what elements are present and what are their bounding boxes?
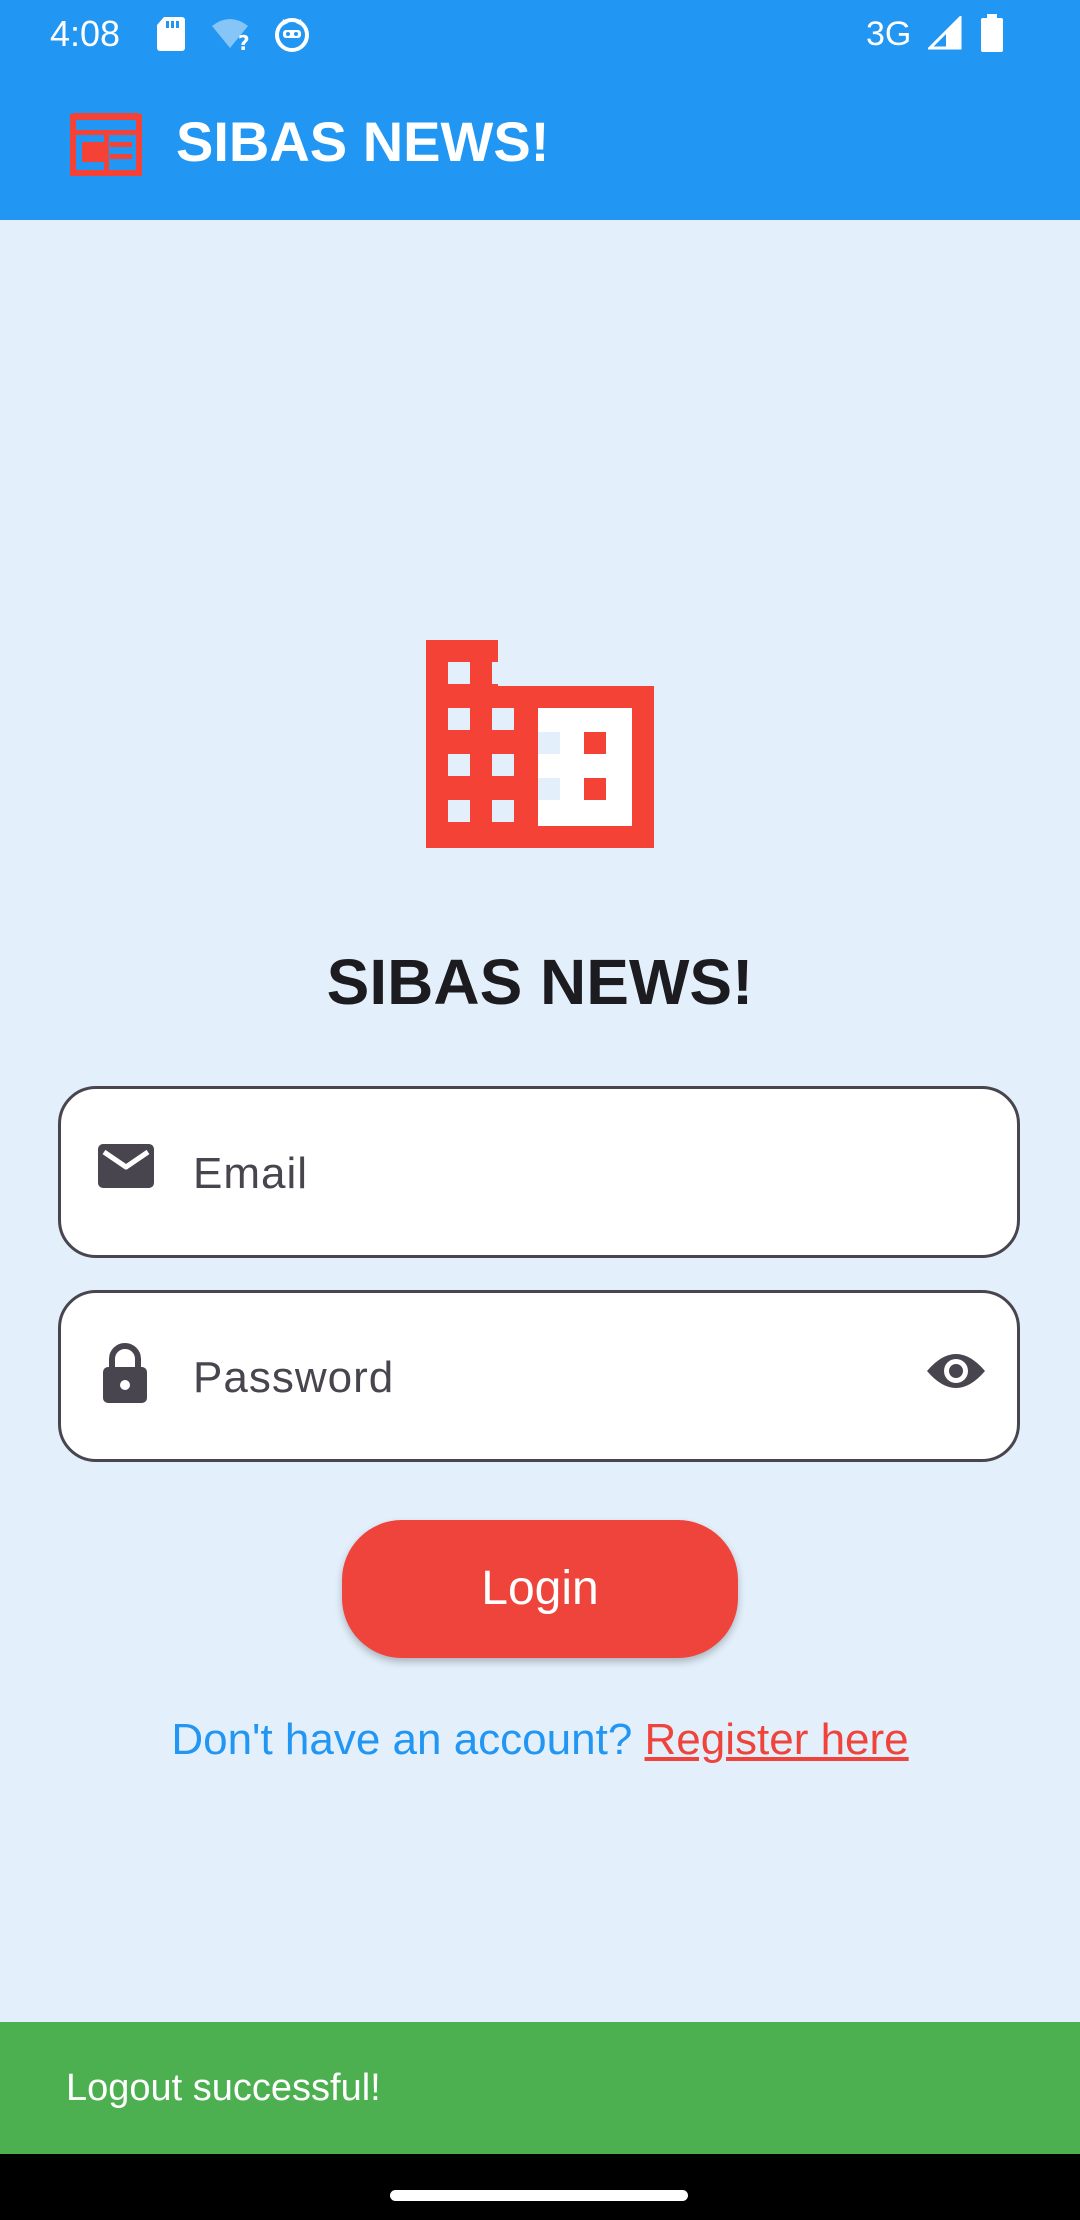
- mail-icon: [98, 1144, 154, 1188]
- sd-card-icon: [157, 17, 185, 51]
- android-cat-icon: [275, 18, 309, 52]
- status-bar: 4:08 ? 3G: [0, 0, 1080, 68]
- snackbar-message: Logout successful!: [66, 2067, 381, 2109]
- building-icon: [426, 640, 654, 848]
- lock-icon: [103, 1343, 147, 1403]
- status-time: 4:08: [50, 13, 121, 54]
- register-line: Don't have an account? Register here: [0, 1712, 1080, 1768]
- email-placeholder: Email: [193, 1149, 309, 1198]
- snackbar: Logout successful!: [0, 2022, 1080, 2154]
- password-field[interactable]: Password: [58, 1290, 1020, 1462]
- battery-icon: [981, 14, 1003, 52]
- register-link[interactable]: Register here: [645, 1715, 909, 1764]
- app-title: SIBAS NEWS!: [176, 110, 550, 173]
- svg-text:?: ?: [238, 31, 250, 52]
- home-indicator[interactable]: [390, 2190, 688, 2201]
- login-button[interactable]: Login: [342, 1520, 738, 1658]
- newspaper-icon: [70, 113, 142, 176]
- signal-icon: [928, 16, 962, 50]
- email-field[interactable]: Email: [58, 1086, 1020, 1258]
- register-prompt: Don't have an account?: [171, 1715, 645, 1764]
- app-bar: SIBAS NEWS!: [0, 68, 1080, 220]
- wifi-question-icon: ?: [212, 19, 250, 52]
- status-network: 3G: [866, 15, 912, 53]
- eye-icon[interactable]: [925, 1349, 987, 1393]
- navigation-bar: [0, 2154, 1080, 2220]
- password-placeholder: Password: [193, 1353, 395, 1402]
- page-title: SIBAS NEWS!: [326, 946, 754, 1018]
- login-screen: 4:08 ? 3G SIBAS NEWS! SIBAS NEWS! Email …: [0, 0, 1080, 2220]
